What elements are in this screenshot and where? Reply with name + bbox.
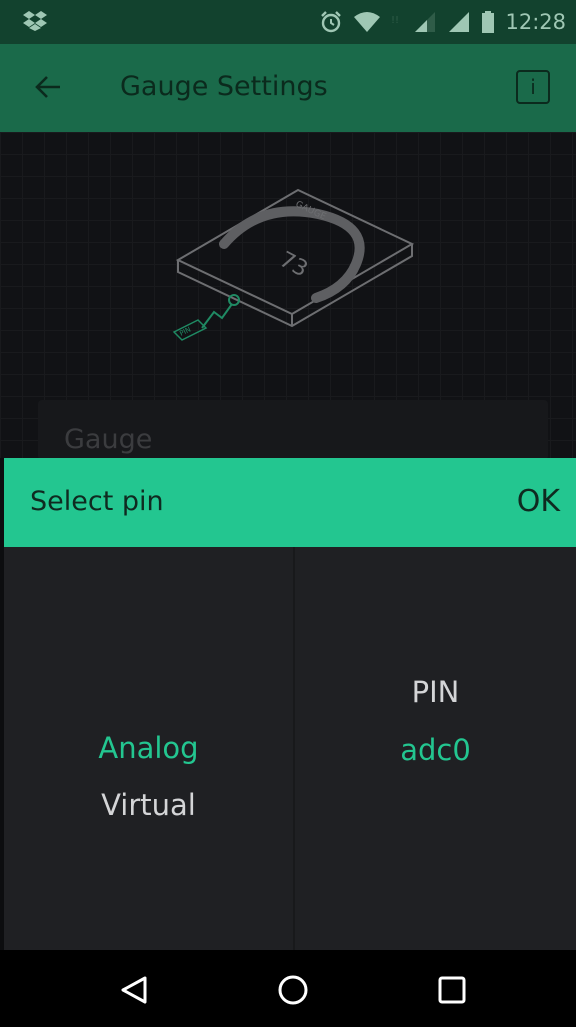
nav-recents-icon[interactable] — [438, 976, 466, 1004]
app-bar: Gauge Settings i — [0, 44, 576, 132]
dialog-title: Select pin — [30, 486, 164, 517]
nav-home-icon[interactable] — [277, 974, 309, 1006]
pin-number-option-adc0[interactable]: adc0 — [295, 733, 576, 767]
status-time: 12:28 — [505, 10, 566, 34]
pin-type-column[interactable]: Analog Virtual — [4, 547, 293, 950]
pin-type-option-analog[interactable]: Analog — [4, 731, 293, 765]
signal-icon — [449, 12, 470, 32]
page-title: Gauge Settings — [120, 71, 328, 102]
pin-number-option-pin[interactable]: PIN — [295, 675, 576, 709]
ok-button[interactable]: OK — [517, 484, 560, 519]
widget-name-field[interactable]: Gauge — [38, 400, 548, 460]
dropbox-icon — [23, 11, 47, 31]
navigation-bar — [0, 950, 576, 1027]
nav-back-icon[interactable] — [120, 975, 148, 1005]
pin-picker: Analog Virtual PIN adc0 — [4, 547, 576, 950]
back-arrow-icon[interactable] — [34, 74, 62, 100]
info-button[interactable]: i — [516, 70, 550, 104]
select-pin-header: Select pin OK — [4, 458, 576, 547]
sim-icon: !! — [391, 15, 399, 26]
svg-text:!!: !! — [391, 15, 399, 26]
wifi-icon — [354, 12, 381, 32]
pin-number-column[interactable]: PIN adc0 — [295, 547, 576, 950]
battery-icon — [482, 11, 495, 33]
gauge-value: 73 — [275, 247, 311, 282]
pin-type-option-virtual[interactable]: Virtual — [4, 788, 293, 822]
status-bar: !! 12:28 — [0, 0, 576, 44]
gauge-illustration: 73 GAUGE PIN — [172, 188, 415, 341]
alarm-icon — [321, 11, 342, 33]
widget-name-value: Gauge — [64, 424, 153, 455]
signal-icon — [415, 12, 436, 32]
